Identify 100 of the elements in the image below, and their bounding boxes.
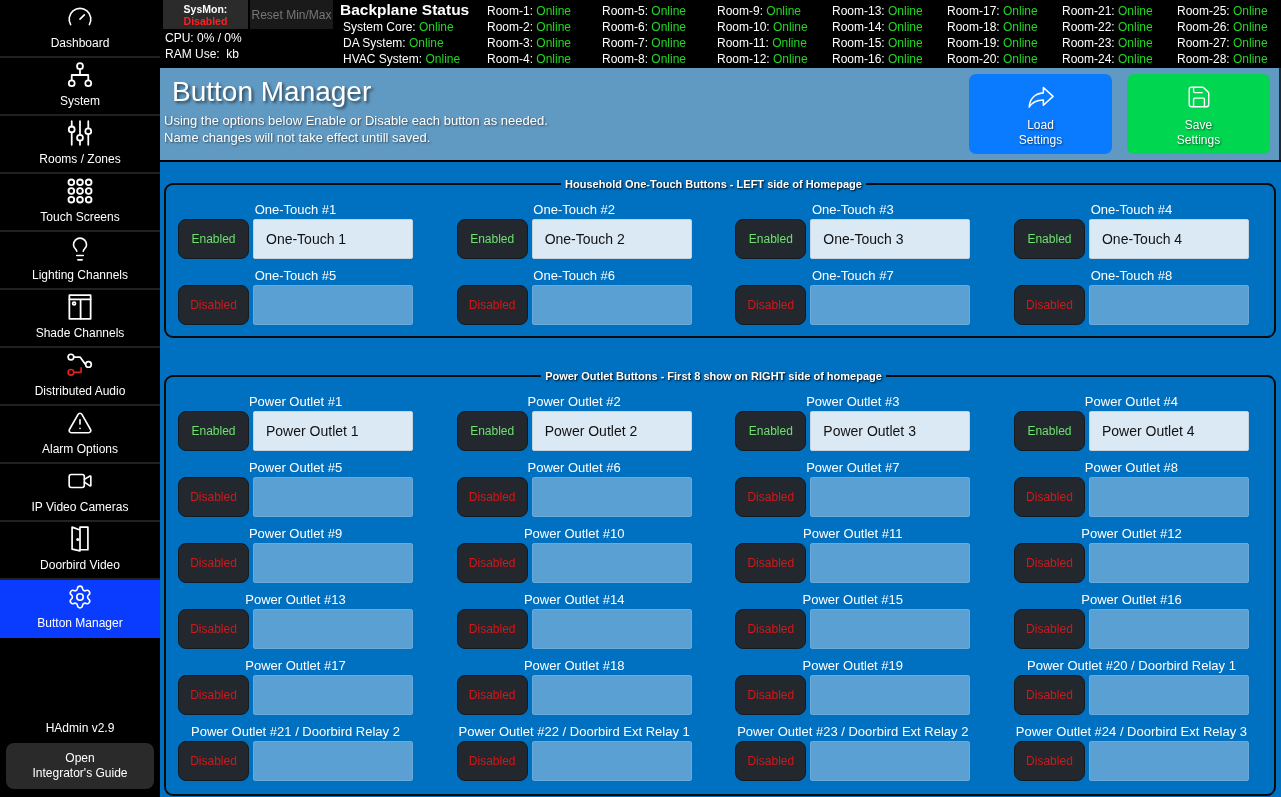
page-description: Using the options below Enable or Disable each button as needed. Name changes will not take effect untill saved. xyxy=(164,112,548,146)
slot-label: Power Outlet #23 / Doorbird Ext Relay 2 xyxy=(737,724,969,740)
slot-label: Power Outlet #15 xyxy=(802,592,904,608)
enable-toggle[interactable]: Enabled xyxy=(456,219,528,259)
settings-icon xyxy=(67,584,93,610)
slot-label: One-Touch #2 xyxy=(533,202,615,218)
name-input[interactable] xyxy=(1088,477,1249,517)
room-status: Room-5: Online xyxy=(602,3,688,19)
version-text: HAdmin v2.9 xyxy=(44,721,116,735)
slot-label: Power Outlet #22 / Doorbird Ext Relay 1 xyxy=(458,724,690,740)
room-status: Room-9: Online xyxy=(717,3,803,19)
slot-label: Power Outlet #9 xyxy=(248,526,343,542)
room-status: Room-23: Online xyxy=(1062,35,1154,51)
name-input[interactable] xyxy=(253,543,413,583)
name-input[interactable]: Power Outlet 4 xyxy=(1088,411,1249,451)
room-status: Room-28: Online xyxy=(1177,51,1269,67)
slot-label: One-Touch #6 xyxy=(533,268,615,284)
room-status: Room-14: Online xyxy=(832,19,924,35)
slot-label: Power Outlet #10 xyxy=(523,526,625,542)
guide-button[interactable]: Open Integrator's Guide xyxy=(6,743,154,789)
name-input[interactable] xyxy=(531,609,692,649)
slot-label: Power Outlet #24 / Doorbird Ext Relay 3 xyxy=(1015,724,1248,740)
room-status: Room-8: Online xyxy=(602,51,688,67)
slot-label: Power Outlet #14 xyxy=(523,592,625,608)
name-input[interactable] xyxy=(531,675,692,715)
slot-label: One-Touch #4 xyxy=(1090,202,1173,218)
sysmon-button[interactable]: SysMon: Disabled xyxy=(163,0,248,29)
room-status: Room-13: Online xyxy=(832,3,924,19)
slot-label: One-Touch #3 xyxy=(811,202,894,218)
slot-label: Power Outlet #19 xyxy=(802,658,904,674)
slot-label: Power Outlet #1 xyxy=(248,394,343,410)
name-input[interactable]: One-Touch 4 xyxy=(1088,219,1249,259)
warning-icon xyxy=(67,410,93,436)
enable-toggle[interactable]: Enabled xyxy=(735,219,807,259)
name-input[interactable]: One-Touch 2 xyxy=(531,219,692,259)
name-input[interactable] xyxy=(253,609,413,649)
slot-label: Power Outlet #18 xyxy=(523,658,625,674)
enable-toggle[interactable]: Enabled xyxy=(1013,219,1085,259)
room-status: Room-22: Online xyxy=(1062,19,1154,35)
name-input[interactable] xyxy=(1088,609,1249,649)
room-status: Room-1: Online xyxy=(487,3,573,19)
slot-label: Power Outlet #20 / Doorbird Relay 1 xyxy=(1027,658,1236,674)
slot-label: Power Outlet #3 xyxy=(806,394,900,410)
page-title: Button Manager xyxy=(172,76,373,108)
room-status: Room-20: Online xyxy=(947,51,1039,67)
room-status: Room-3: Online xyxy=(487,35,573,51)
name-input[interactable]: One-Touch 3 xyxy=(810,219,971,259)
name-input[interactable] xyxy=(531,741,692,781)
enable-toggle[interactable]: Enabled xyxy=(178,219,249,259)
window-icon xyxy=(67,294,93,320)
name-input[interactable]: One-Touch 1 xyxy=(253,219,413,259)
name-input[interactable] xyxy=(531,285,692,325)
slot-label: Power Outlet #17 xyxy=(245,658,346,674)
room-status: Room-24: Online xyxy=(1062,51,1154,67)
name-input[interactable] xyxy=(810,609,971,649)
name-input[interactable]: Power Outlet 3 xyxy=(810,411,971,451)
load-settings-button[interactable]: Load Settings xyxy=(969,74,1112,154)
slot-label: Power Outlet #21 / Doorbird Relay 2 xyxy=(191,724,400,740)
reset-button[interactable]: Reset Min/Max xyxy=(250,0,333,29)
enable-toggle[interactable]: Enabled xyxy=(178,411,249,451)
slot-label: Power Outlet #11 xyxy=(803,526,903,542)
name-input[interactable] xyxy=(531,477,692,517)
enable-toggle[interactable]: Enabled xyxy=(735,411,807,451)
sidebar-item[interactable]: Button Manager xyxy=(0,580,160,638)
system-status: System Core: Online xyxy=(342,19,455,35)
enable-toggle[interactable]: Enabled xyxy=(456,411,528,451)
slot-label: One-Touch #5 xyxy=(254,268,337,284)
network-icon xyxy=(67,62,93,88)
name-input[interactable]: Power Outlet 2 xyxy=(531,411,692,451)
name-input[interactable] xyxy=(1088,285,1249,325)
group-title: Household One-Touch Buttons - LEFT side of Homepage xyxy=(564,177,863,191)
name-input[interactable] xyxy=(810,285,971,325)
room-status: Room-27: Online xyxy=(1177,35,1269,51)
name-input[interactable] xyxy=(810,675,971,715)
room-status: Room-12: Online xyxy=(717,51,809,67)
name-input[interactable] xyxy=(253,675,413,715)
name-input[interactable] xyxy=(810,741,971,781)
name-input[interactable] xyxy=(1088,675,1249,715)
name-input[interactable] xyxy=(253,741,413,781)
name-input[interactable] xyxy=(253,285,413,325)
room-status: Room-11: Online xyxy=(717,35,808,51)
name-input[interactable] xyxy=(253,477,413,517)
name-input[interactable] xyxy=(810,477,971,517)
name-input[interactable] xyxy=(531,543,692,583)
room-status: Room-2: Online xyxy=(487,19,573,35)
room-status: Room-15: Online xyxy=(832,35,924,51)
name-input[interactable] xyxy=(810,543,971,583)
slot-label: Power Outlet #2 xyxy=(527,394,621,410)
name-input[interactable]: Power Outlet 1 xyxy=(253,411,413,451)
slot-label: Power Outlet #5 xyxy=(248,460,343,476)
name-input[interactable] xyxy=(1088,543,1249,583)
slot-label: Power Outlet #4 xyxy=(1084,394,1179,410)
name-input[interactable] xyxy=(1088,741,1249,781)
room-status: Room-26: Online xyxy=(1177,19,1269,35)
ram-usage-text: RAM Use: kb xyxy=(165,46,240,62)
slot-label: Power Outlet #7 xyxy=(806,460,900,476)
room-status: Room-25: Online xyxy=(1177,3,1269,19)
system-status: HVAC System: Online xyxy=(342,51,462,67)
enable-toggle[interactable]: Enabled xyxy=(1013,411,1085,451)
room-status: Room-10: Online xyxy=(717,19,809,35)
